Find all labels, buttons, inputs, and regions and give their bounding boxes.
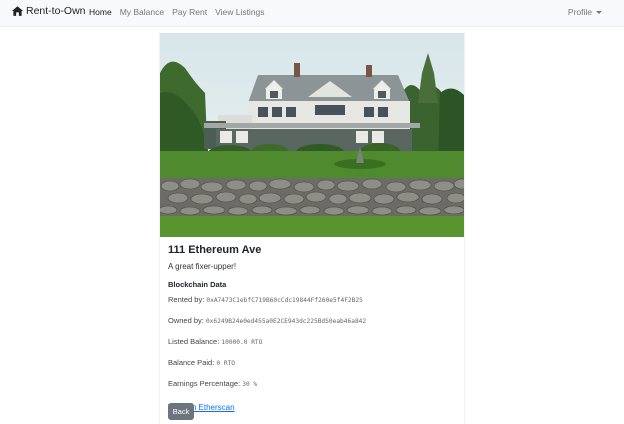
house-photo	[160, 33, 464, 237]
listed-balance-row: Listed Balance: 10000.0 RTO	[168, 337, 458, 348]
nav-pay-rent[interactable]: Pay Rent	[172, 7, 207, 17]
rented-by-address: 0xA7473C1ebfC719B60cCdc19844Ff260e5f4F2B…	[206, 297, 363, 304]
listed-balance-label: Listed Balance:	[168, 337, 220, 346]
back-button[interactable]: Back	[168, 403, 194, 420]
caret-down-icon	[596, 11, 602, 14]
nav-my-balance[interactable]: My Balance	[120, 7, 164, 17]
owned-by-row: Owned by: 0x6249B24e0ed455a0E2CE943dc225…	[168, 316, 458, 327]
rented-by-row: Rented by: 0xA7473C1ebfC719B60cCdc19844F…	[168, 295, 458, 306]
brand-name: Rent-to-Own	[26, 5, 86, 17]
earnings-percentage-label: Earnings Percentage:	[168, 379, 241, 388]
listed-balance-value: 10000.0 RTO	[221, 339, 263, 346]
owned-by-label: Owned by:	[168, 316, 204, 325]
earnings-percentage-value: 30 %	[242, 381, 258, 388]
nav-links: Home My Balance Pay Rent View Listings	[89, 7, 273, 17]
listing-card: 111 Ethereum Ave A great fixer-upper! Bl…	[159, 33, 465, 424]
balance-paid-label: Balance Paid:	[168, 358, 215, 367]
owned-by-address: 0x6249B24e0ed455a0E2CE943dc225BdS0eab46a…	[205, 318, 367, 325]
profile-dropdown[interactable]: Profile	[568, 7, 602, 17]
home-icon	[12, 6, 23, 16]
nav-home[interactable]: Home	[89, 7, 112, 17]
listing-description: A great fixer-upper!	[168, 262, 237, 271]
balance-paid-value: 0 RTO	[216, 360, 236, 367]
listing-details: 111 Ethereum Ave A great fixer-upper! Bl…	[168, 243, 458, 415]
top-navbar: Rent-to-Own Home My Balance Pay Rent Vie…	[0, 0, 624, 27]
nav-view-listings[interactable]: View Listings	[215, 7, 264, 17]
balance-paid-row: Balance Paid: 0 RTO	[168, 358, 458, 369]
profile-label: Profile	[567, 7, 592, 17]
listing-title: 111 Ethereum Ave	[168, 244, 262, 256]
rented-by-label: Rented by:	[168, 295, 205, 304]
blockchain-data-heading: Blockchain Data	[168, 280, 227, 289]
earnings-percentage-row: Earnings Percentage: 30 %	[168, 379, 458, 390]
brand-link[interactable]: Rent-to-Own	[12, 5, 86, 17]
